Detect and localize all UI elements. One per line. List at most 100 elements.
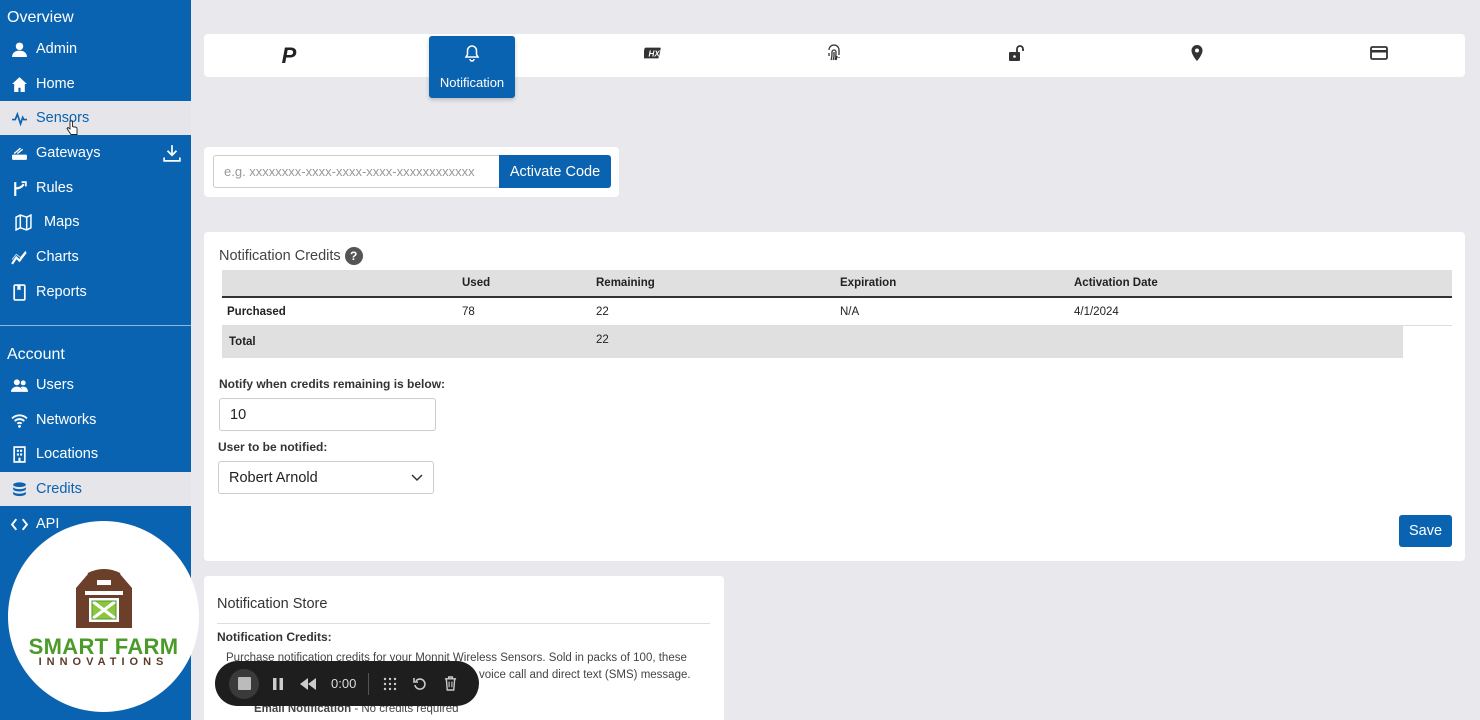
notify-threshold-input[interactable] <box>219 398 436 431</box>
unlock-icon <box>1007 44 1025 67</box>
sidebar-item-gateways[interactable]: Gateways <box>0 136 191 170</box>
total-label: Total <box>229 336 256 348</box>
sidebar-divider <box>0 325 191 326</box>
sidebar-item-networks[interactable]: Networks <box>0 403 191 437</box>
account-heading: Account <box>7 346 65 363</box>
help-icon[interactable]: ? <box>344 247 363 265</box>
total-remaining: 22 <box>596 334 609 346</box>
sidebar-item-charts[interactable]: Charts <box>0 240 191 274</box>
cell-used: 78 <box>462 306 475 318</box>
gateways-icon <box>10 144 28 162</box>
cell-activation-date: 4/1/2024 <box>1074 306 1119 318</box>
tab-premiere[interactable]: P <box>274 34 304 77</box>
reports-icon <box>10 283 28 301</box>
notify-threshold-label: Notify when credits remaining is below: <box>219 377 446 391</box>
recording-timer: 0:00 <box>331 676 357 691</box>
users-icon <box>10 376 28 394</box>
toolbar-separator <box>368 672 370 695</box>
admin-icon <box>10 40 28 58</box>
tab-billing[interactable] <box>1367 34 1391 77</box>
store-subtitle: Notification Credits: <box>217 630 332 644</box>
sidebar-item-home[interactable]: Home <box>0 67 191 101</box>
sidebar-item-locations[interactable]: Locations <box>0 437 191 471</box>
tab-notification[interactable]: Notification <box>429 36 515 98</box>
sidebar-item-label: Maps <box>44 214 80 230</box>
overview-heading: Overview <box>7 9 74 26</box>
sidebar-item-label: Locations <box>36 446 99 462</box>
tab-bar: P HX <box>204 34 1465 77</box>
barn-icon <box>76 569 132 628</box>
tab-unlock[interactable] <box>1004 34 1028 77</box>
sidebar-item-label: Credits <box>36 481 82 497</box>
restart-icon[interactable] <box>405 669 435 699</box>
store-title: Notification Store <box>217 596 328 612</box>
chevron-down-icon <box>411 470 423 486</box>
credit-card-icon <box>1370 44 1388 67</box>
sidebar-item-rules[interactable]: Rules <box>0 171 191 205</box>
sidebar-item-label: Networks <box>36 412 97 428</box>
store-divider <box>217 623 710 624</box>
table-row: Purchased 78 22 N/A 4/1/2024 <box>222 298 1452 326</box>
sidebar-item-label: Admin <box>36 41 78 57</box>
sidebar-item-label: Users <box>36 377 74 393</box>
cell-expiration: N/A <box>840 306 860 318</box>
sidebar-item-sensors[interactable]: Sensors <box>0 101 191 135</box>
tab-location[interactable] <box>1185 34 1209 77</box>
screen-recorder-toolbar: 0:00 <box>215 661 479 706</box>
sidebar-item-maps[interactable]: Maps <box>0 205 191 239</box>
pause-icon[interactable] <box>263 669 293 699</box>
tab-fingerprint[interactable] <box>822 34 846 77</box>
col-remaining: Remaining <box>596 277 655 289</box>
sidebar-item-admin[interactable]: Admin <box>0 32 191 66</box>
activation-code-input[interactable] <box>213 155 500 188</box>
locations-icon <box>10 445 28 463</box>
credits-title: Notification Credits ? <box>219 247 363 265</box>
user-to-notify-select[interactable]: Robert Arnold <box>218 461 434 494</box>
map-pin-icon <box>1188 44 1206 67</box>
row-label: Purchased <box>227 306 286 318</box>
trash-icon[interactable] <box>435 669 465 699</box>
user-to-notify-label: User to be notified: <box>218 440 328 454</box>
stop-icon[interactable] <box>229 668 259 699</box>
svg-text:HX: HX <box>649 50 661 59</box>
rewind-icon[interactable] <box>293 669 323 699</box>
sidebar-item-label: Reports <box>36 284 87 300</box>
sidebar-item-users[interactable]: Users <box>0 368 191 402</box>
rules-icon <box>10 179 28 197</box>
save-button[interactable]: Save <box>1399 515 1452 547</box>
api-icon <box>10 515 28 533</box>
col-expiration: Expiration <box>840 277 897 289</box>
tab-notification-label: Notification <box>439 75 505 90</box>
sidebar-item-reports[interactable]: Reports <box>0 275 191 309</box>
download-icon[interactable] <box>163 144 181 162</box>
credits-title-text: Notification Credits <box>219 248 341 264</box>
credits-icon <box>10 480 28 498</box>
tab-hx[interactable]: HX <box>641 34 665 77</box>
sidebar-item-label: Charts <box>36 249 79 265</box>
user-to-notify-value: Robert Arnold <box>229 469 318 486</box>
premiere-p-icon: P <box>281 42 297 68</box>
fingerprint-icon <box>825 44 843 67</box>
smart-farm-logo: SMART FARM INNOVATIONS <box>8 521 199 712</box>
sensors-icon <box>10 109 28 127</box>
hand-cursor-icon <box>66 120 78 141</box>
sidebar-item-label: Gateways <box>36 145 101 161</box>
activate-code-button[interactable]: Activate Code <box>499 155 611 188</box>
sidebar-item-label: Home <box>36 76 75 92</box>
cell-remaining: 22 <box>596 306 609 318</box>
col-used: Used <box>462 277 491 289</box>
store-description-line2: voice call and direct text (SMS) message… <box>479 669 691 681</box>
sidebar-item-label: Rules <box>36 180 74 196</box>
networks-icon <box>10 411 28 429</box>
sidebar-item-credits[interactable]: Credits <box>0 472 191 506</box>
sidebar-item-label: Sensors <box>36 110 90 126</box>
charts-icon <box>10 248 28 266</box>
table-total-row: Total 22 <box>222 326 1403 358</box>
bell-icon <box>464 44 480 67</box>
home-icon <box>10 75 28 93</box>
logo-subtitle: INNOVATIONS <box>38 656 169 668</box>
col-activation-date: Activation Date <box>1074 277 1158 289</box>
credits-table-header: Used Remaining Expiration Activation Dat… <box>222 270 1452 298</box>
sidebar-item-label: API <box>36 516 60 532</box>
grid-icon[interactable] <box>375 669 405 699</box>
